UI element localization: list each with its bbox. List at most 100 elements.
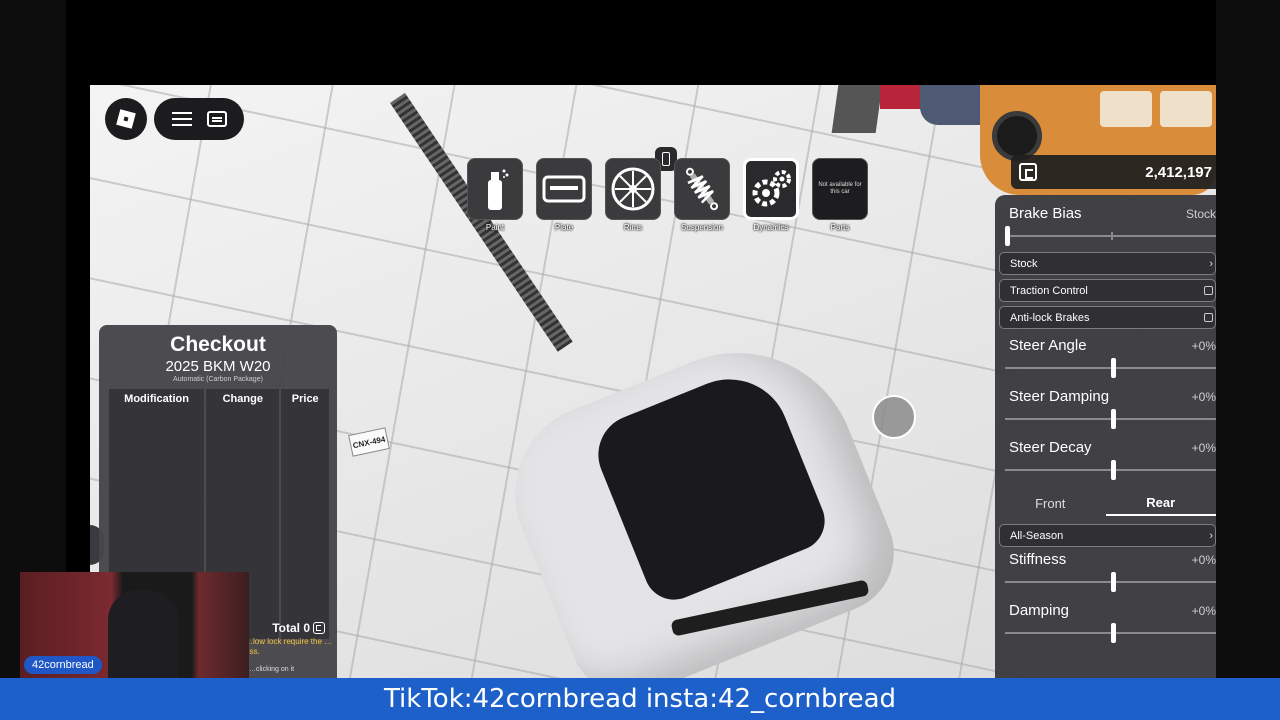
tool-suspension[interactable]: Suspension: [674, 158, 730, 232]
hamburger-menu-icon[interactable]: [171, 112, 192, 126]
paint-button[interactable]: [467, 158, 523, 220]
damping-row: Damping +0%: [1009, 602, 1216, 619]
spray-can-icon: [488, 169, 509, 210]
chat-icon[interactable]: [206, 111, 227, 127]
stiffness-slider[interactable]: [1005, 572, 1216, 592]
currency-icon: [313, 622, 325, 634]
license-plate-icon: [542, 175, 586, 203]
steer-angle-row: Steer Angle +0%: [1009, 337, 1216, 354]
suv-window: [1100, 91, 1152, 127]
brake-mode-value: Stock: [1010, 257, 1038, 270]
chevron-right-icon: ›: [1209, 529, 1213, 542]
brake-bias-title: Brake Bias: [1009, 205, 1082, 222]
tire-type-select[interactable]: All-Season ›: [999, 524, 1216, 547]
customization-toolbar: Paint Plate Rims Suspension Dynamics Not…: [467, 158, 868, 232]
gears-icon: [752, 170, 791, 207]
slider-thumb[interactable]: [1110, 572, 1116, 592]
slider-thumb[interactable]: [1110, 358, 1116, 378]
brake-bias-slider[interactable]: [1005, 226, 1216, 246]
traction-control-toggle[interactable]: Traction Control: [999, 279, 1216, 302]
dynamics-tune-panel: Brake Bias Stock Stock › Traction Contro…: [995, 195, 1216, 678]
suv-window: [1160, 91, 1212, 127]
brake-bias-value: Stock: [1185, 206, 1216, 221]
steer-angle-title: Steer Angle: [1009, 337, 1087, 354]
streamer-silhouette: [108, 590, 178, 678]
topbar-pill: [154, 98, 244, 140]
currency-icon: [1019, 163, 1037, 181]
steer-damping-slider[interactable]: [1005, 409, 1216, 429]
plate-button[interactable]: [536, 158, 592, 220]
column-header: Modification: [124, 393, 189, 405]
abs-toggle[interactable]: Anti-lock Brakes: [999, 306, 1216, 329]
column-header: Price: [291, 393, 319, 405]
steer-angle-value: +0%: [1191, 338, 1216, 353]
steer-damping-title: Steer Damping: [1009, 388, 1110, 405]
license-plate: CNX-494: [348, 427, 390, 457]
tool-label: Parts: [830, 223, 850, 232]
player-car: [488, 316, 912, 678]
tool-parts[interactable]: Not available for this car Parts: [812, 158, 868, 232]
streamer-name-tag: 42cornbread: [24, 656, 102, 674]
brake-mode-select[interactable]: Stock ›: [999, 252, 1216, 275]
column-price: Price: [281, 389, 330, 639]
shock-absorber-icon: [685, 167, 719, 211]
tool-dynamics[interactable]: Dynamics: [743, 158, 799, 232]
damping-title: Damping: [1009, 602, 1070, 619]
tool-label: Paint: [485, 223, 505, 232]
tool-paint[interactable]: Paint: [467, 158, 523, 232]
steer-decay-slider[interactable]: [1005, 460, 1216, 480]
steer-decay-row: Steer Decay +0%: [1009, 439, 1216, 456]
checkout-warning: …low lock require the …ess.: [245, 637, 333, 656]
damping-value: +0%: [1191, 603, 1216, 618]
abs-label: Anti-lock Brakes: [1010, 311, 1090, 324]
chevron-right-icon: ›: [1209, 257, 1213, 270]
checkout-car-trim: Automatic (Carbon Package): [173, 376, 263, 383]
spare-wheel: [992, 111, 1042, 161]
brake-bias-row: Brake Bias Stock: [1009, 205, 1216, 222]
tire-type-value: All-Season: [1010, 529, 1064, 542]
roblox-menu-button[interactable]: [105, 98, 147, 140]
stiffness-row: Stiffness +0%: [1009, 551, 1216, 568]
tool-label: Rims: [623, 223, 643, 232]
traction-control-label: Traction Control: [1010, 284, 1088, 297]
suspension-button[interactable]: [674, 158, 730, 220]
rims-button[interactable]: [605, 158, 661, 220]
total-label: Total 0: [272, 621, 310, 635]
checkout-total: Total 0: [272, 621, 325, 635]
tool-plate[interactable]: Plate: [536, 158, 592, 232]
damping-slider[interactable]: [1005, 623, 1216, 643]
stiffness-value: +0%: [1191, 552, 1216, 567]
checkout-car-name: 2025 BKM W20: [165, 358, 271, 375]
slider-thumb[interactable]: [1005, 226, 1010, 246]
parts-button[interactable]: Not available for this car: [812, 158, 868, 220]
social-banner: TikTok:42cornbread insta:42_cornbread: [0, 678, 1280, 720]
stiffness-title: Stiffness: [1009, 551, 1067, 568]
tool-rims[interactable]: Rims: [605, 158, 661, 232]
steer-damping-value: +0%: [1191, 389, 1216, 404]
dynamics-button[interactable]: [743, 158, 799, 220]
rim-icon: [611, 167, 655, 211]
camera-joystick[interactable]: [872, 395, 916, 439]
tab-front[interactable]: Front: [995, 490, 1106, 516]
parts-unavailable-note: Not available for this car: [818, 182, 862, 195]
tool-label: Suspension: [681, 223, 723, 232]
slider-thumb[interactable]: [1110, 409, 1116, 429]
currency-balance: 2,412,197: [1011, 155, 1216, 189]
steer-decay-title: Steer Decay: [1009, 439, 1092, 456]
tool-label: Dynamics: [753, 223, 789, 232]
axle-tabs: Front Rear: [995, 490, 1216, 516]
slider-thumb[interactable]: [1110, 623, 1116, 643]
steer-damping-row: Steer Damping +0%: [1009, 388, 1216, 405]
balance-value: 2,412,197: [1145, 163, 1212, 181]
tab-rear[interactable]: Rear: [1105, 490, 1216, 516]
checkout-title: Checkout: [170, 333, 266, 356]
tool-label: Plate: [554, 223, 574, 232]
checkout-hint: …clicking on it: [249, 666, 295, 673]
checkbox-icon[interactable]: [1204, 313, 1213, 322]
steer-angle-slider[interactable]: [1005, 358, 1216, 378]
slider-thumb[interactable]: [1110, 460, 1116, 480]
garage-pillar: [831, 85, 883, 133]
column-header: Change: [222, 393, 263, 405]
checkbox-icon[interactable]: [1204, 286, 1213, 295]
right-letterbox: [1216, 0, 1280, 678]
